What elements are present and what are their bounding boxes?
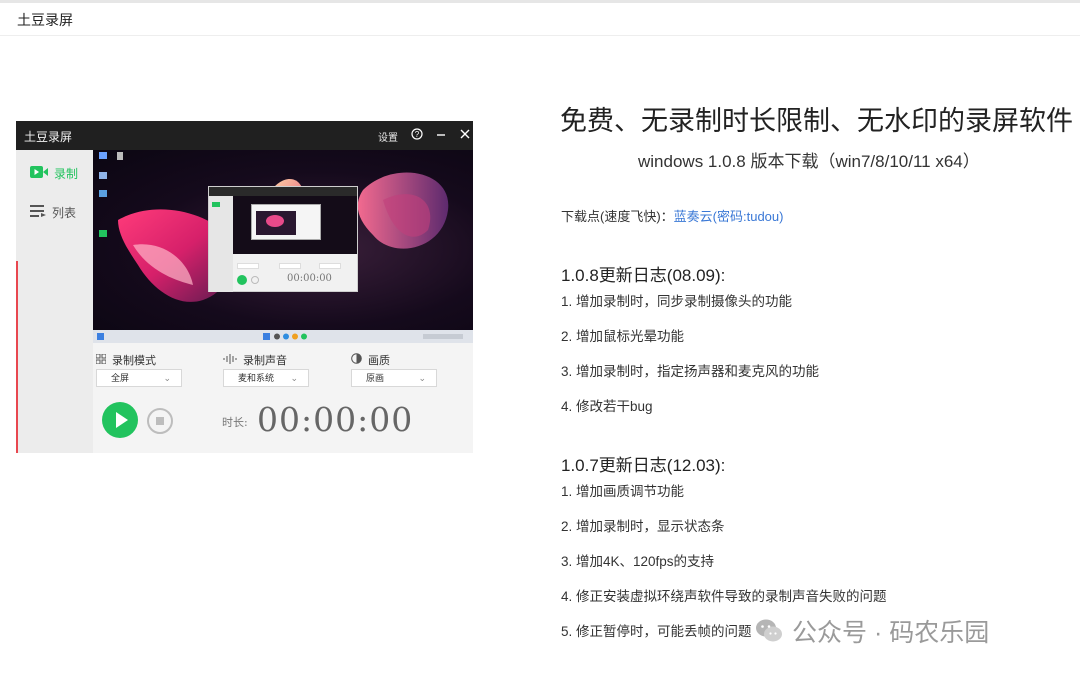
- changelog-item: 2. 增加鼠标光晕功能: [561, 329, 685, 344]
- help-icon[interactable]: ?: [410, 128, 424, 142]
- page-headline: 免费、无录制时长限制、无水印的录屏软件: [560, 106, 1073, 136]
- changelog-item: 4. 修正安装虚拟环绕声软件导致的录制声音失败的问题: [561, 589, 887, 604]
- download-link[interactable]: 蓝奏云(密码:tudou): [674, 209, 784, 224]
- grid-icon: [95, 353, 107, 367]
- minimize-icon[interactable]: [434, 128, 448, 142]
- chevron-down-icon: ⌄: [418, 373, 426, 383]
- nested-app-window: 00:00:00: [208, 186, 358, 292]
- record-mode-select[interactable]: 全屏 ⌄: [96, 369, 182, 387]
- site-title: 土豆录屏: [17, 12, 73, 28]
- download-line: 下载点(速度飞快)：蓝奏云(密码:tudou): [561, 206, 783, 225]
- record-audio-label: 录制声音: [223, 352, 287, 368]
- app-title: 土豆录屏: [24, 130, 73, 144]
- duration-label: 时长:: [222, 416, 248, 429]
- changelog-item: 5. 修正暂停时，可能丢帧的问题: [561, 624, 752, 639]
- changelog-item: 4. 修改若干bug: [561, 399, 653, 414]
- preview-taskbar: [93, 330, 473, 343]
- changelog-item: 3. 增加录制时，指定扬声器和麦克风的功能: [561, 364, 820, 379]
- changelog-item: 2. 增加录制时，显示状态条: [561, 519, 725, 534]
- sound-wave-icon: [223, 353, 237, 367]
- quality-select[interactable]: 原画 ⌄: [351, 369, 437, 387]
- top-bar: 土豆录屏: [0, 0, 1080, 36]
- sidebar-item-label: 列表: [52, 205, 77, 220]
- svg-text:?: ?: [415, 130, 420, 139]
- quality-icon: [351, 353, 362, 367]
- chevron-down-icon: ⌄: [290, 373, 298, 383]
- screen-preview: 00:00:00: [93, 150, 473, 330]
- edge-strip: [16, 261, 18, 453]
- wechat-icon: [754, 616, 784, 646]
- list-icon: [30, 204, 46, 220]
- changelog-title: 1.0.8更新日志(08.09):: [561, 266, 726, 285]
- changelog-title: 1.0.7更新日志(12.03):: [561, 456, 726, 475]
- app-sidebar: 录制 列表: [16, 150, 93, 453]
- chevron-down-icon: ⌄: [163, 373, 171, 383]
- record-timer: 00:00:00: [257, 400, 414, 439]
- sidebar-item-list[interactable]: 列表: [30, 202, 76, 222]
- record-controls: 录制模式 全屏 ⌄ 录制声音 麦和系统 ⌄ 画质 原画 ⌄ 时长: 00:00:…: [93, 343, 473, 453]
- video-camera-icon: [30, 165, 48, 181]
- changelog-item: 1. 增加画质调节功能: [561, 484, 685, 499]
- record-mode-label: 录制模式: [95, 352, 156, 368]
- app-titlebar: 土豆录屏 设置 ?: [16, 121, 473, 150]
- changelog-item: 3. 增加4K、120fps的支持: [561, 554, 715, 569]
- record-audio-select[interactable]: 麦和系统 ⌄: [223, 369, 309, 387]
- sidebar-item-label: 录制: [54, 166, 79, 181]
- download-prefix: 下载点(速度飞快)：: [561, 209, 674, 224]
- quality-label: 画质: [351, 352, 390, 368]
- app-screenshot: 土豆录屏 设置 ? 录制 列表 00:00:00 录制模式 全屏 ⌄ 录制声音 …: [16, 121, 473, 453]
- close-icon[interactable]: [458, 128, 472, 142]
- watermark-text: 公众号 · 码农乐园: [792, 619, 990, 647]
- watermark: 公众号 · 码农乐园: [754, 614, 989, 648]
- stop-record-button[interactable]: [147, 408, 173, 434]
- start-record-button[interactable]: [102, 402, 138, 438]
- sidebar-item-record[interactable]: 录制: [30, 163, 78, 183]
- settings-button[interactable]: 设置: [378, 129, 398, 144]
- changelog-item: 1. 增加录制时，同步录制摄像头的功能: [561, 294, 793, 309]
- version-subhead: windows 1.0.8 版本下载（win7/8/10/11 x64）: [638, 152, 980, 171]
